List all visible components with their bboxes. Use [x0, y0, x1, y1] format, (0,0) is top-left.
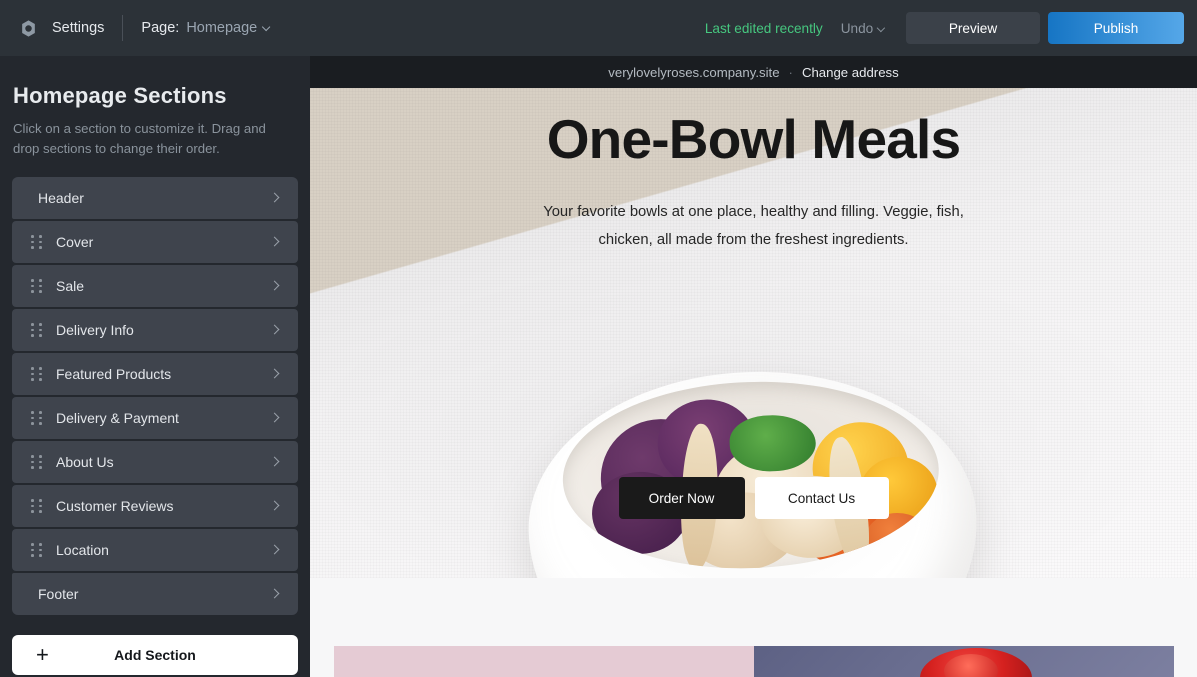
- chevron-down-icon: [261, 22, 271, 32]
- preview-button[interactable]: Preview: [906, 12, 1040, 44]
- order-now-button[interactable]: Order Now: [618, 477, 745, 519]
- undo-label: Undo: [840, 20, 874, 36]
- last-edited-status: Last edited recently: [704, 20, 823, 36]
- site-url: verylovelyroses.company.site: [608, 64, 780, 80]
- sidebar-item-label: Header: [38, 190, 84, 207]
- sidebar-section-list: Header Cover Sale Delivery Info Featured…: [0, 159, 310, 616]
- add-section-label: Add Section: [114, 647, 196, 664]
- drag-handle-icon[interactable]: [31, 455, 45, 470]
- chevron-right-icon: [269, 324, 280, 335]
- bowl-contents: [559, 375, 942, 575]
- page-label: Page:: [141, 20, 180, 36]
- page-selector-value: Homepage: [186, 20, 258, 36]
- sidebar-description: Click on a section to customize it. Drag…: [13, 121, 266, 157]
- drag-handle-icon[interactable]: [31, 235, 45, 250]
- sidebar-item-label: Cover: [56, 234, 94, 251]
- sidebar-item-label: Delivery & Payment: [56, 410, 179, 427]
- sidebar-title: Homepage Sections: [13, 83, 227, 108]
- sidebar-item-label: Customer Reviews: [56, 498, 174, 515]
- chevron-right-icon: [269, 236, 280, 247]
- sidebar-item-label: Delivery Info: [56, 322, 134, 339]
- chevron-right-icon: [269, 368, 280, 379]
- sidebar-item-sale[interactable]: Sale: [12, 265, 298, 308]
- sidebar-item-delivery-and-payment[interactable]: Delivery & Payment: [12, 397, 298, 440]
- drag-handle-icon[interactable]: [31, 279, 45, 294]
- next-section-preview[interactable]: [310, 578, 1197, 677]
- top-bar-left-group: Settings Page: Homepage: [13, 13, 271, 43]
- publish-button[interactable]: Publish: [1048, 12, 1184, 44]
- sidebar-item-header[interactable]: Header: [12, 177, 298, 220]
- drag-handle-icon[interactable]: [31, 543, 45, 558]
- chevron-right-icon: [269, 192, 280, 203]
- plus-icon: +: [36, 642, 49, 668]
- add-section-button[interactable]: + Add Section: [12, 635, 298, 676]
- chevron-right-icon: [269, 544, 280, 555]
- sidebar-item-label: Location: [56, 542, 109, 559]
- rose-photo: [754, 646, 1174, 677]
- hero-heading: One-Bowl Meals: [546, 108, 961, 170]
- sidebar-item-about-us[interactable]: About Us: [12, 441, 298, 484]
- chevron-right-icon: [269, 456, 280, 467]
- sidebar-item-delivery-info[interactable]: Delivery Info: [12, 309, 298, 352]
- chevron-right-icon: [269, 412, 280, 423]
- top-bar-divider: [122, 15, 124, 41]
- chevron-right-icon: [269, 588, 280, 599]
- top-bar-right-group: Last edited recently Undo Preview Publis…: [705, 12, 1184, 44]
- drag-handle-icon[interactable]: [31, 499, 45, 514]
- hero-subheading: Your favorite bowls at one place, health…: [543, 204, 964, 248]
- sidebar-item-cover[interactable]: Cover: [12, 221, 298, 264]
- rose-flower: [920, 648, 1032, 677]
- drag-handle-icon[interactable]: [31, 323, 45, 338]
- chevron-right-icon: [269, 280, 280, 291]
- site-address-bar: verylovelyroses.company.site · Change ad…: [310, 56, 1197, 88]
- sidebar-item-featured-products[interactable]: Featured Products: [12, 353, 298, 396]
- chevron-down-icon: [877, 23, 886, 32]
- contact-us-button[interactable]: Contact Us: [754, 477, 889, 519]
- undo-button[interactable]: Undo: [840, 20, 886, 36]
- chevron-right-icon: [269, 500, 280, 511]
- drag-handle-icon[interactable]: [31, 411, 45, 426]
- address-separator: ·: [788, 64, 793, 80]
- site-preview-canvas[interactable]: One-Bowl Meals Your favorite bowls at on…: [310, 88, 1197, 677]
- food-carrot: [864, 511, 931, 567]
- sidebar-item-footer[interactable]: Footer: [12, 573, 298, 616]
- sidebar-item-label: Sale: [56, 278, 85, 295]
- sections-sidebar: Homepage Sections Click on a section to …: [0, 56, 310, 677]
- hero-cta-group: Order Now Contact Us: [310, 477, 1197, 519]
- hero-section[interactable]: One-Bowl Meals Your favorite bowls at on…: [310, 88, 1197, 578]
- sidebar-item-label: Featured Products: [56, 366, 172, 383]
- sidebar-item-label: Footer: [38, 586, 79, 603]
- page-selector[interactable]: Homepage: [186, 20, 271, 36]
- change-address-link[interactable]: Change address: [802, 65, 899, 80]
- sidebar-item-customer-reviews[interactable]: Customer Reviews: [12, 485, 298, 528]
- app-top-bar: Settings Page: Homepage Last edited rece…: [0, 0, 1197, 56]
- settings-label[interactable]: Settings: [52, 20, 104, 36]
- section-image-row: [334, 646, 1174, 677]
- sidebar-item-location[interactable]: Location: [12, 529, 298, 572]
- hero-text-block: One-Bowl Meals Your favorite bowls at on…: [310, 88, 1197, 254]
- gear-icon[interactable]: [13, 13, 43, 43]
- sidebar-item-label: About Us: [56, 454, 114, 471]
- drag-handle-icon[interactable]: [31, 367, 45, 382]
- pink-panel: [334, 646, 754, 677]
